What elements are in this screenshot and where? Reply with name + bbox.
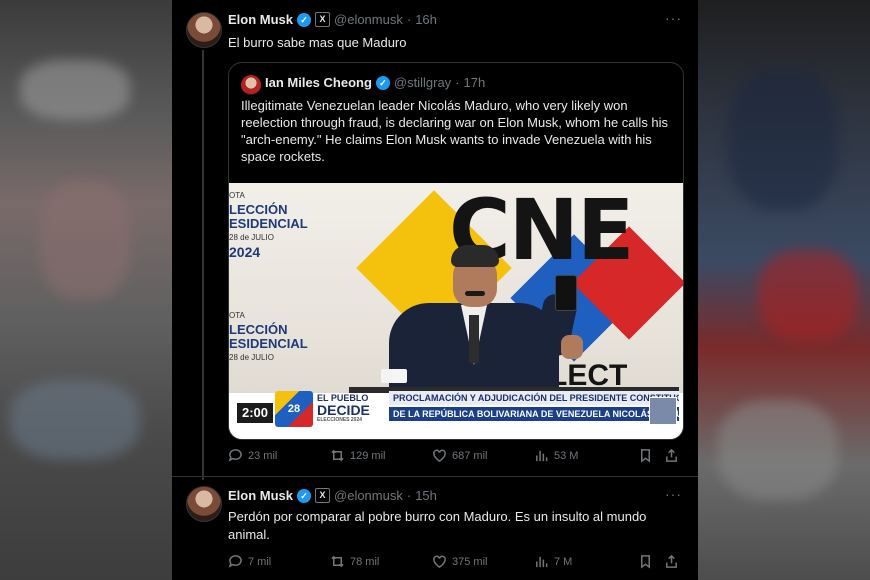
banner-line2: DE LA REPÚBLICA BOLIVARIANA DE VENEZUELA…	[389, 407, 679, 421]
reply-count: 7 mil	[248, 555, 272, 568]
poster-line2: ESIDENCIAL	[229, 336, 308, 351]
x-affiliate-icon: X	[315, 488, 331, 503]
reply-button[interactable]: 23 mil	[228, 448, 330, 463]
banner-line1: PROCLAMACIÓN Y ADJUDICACIÓN DEL PRESIDEN…	[389, 391, 679, 405]
election-poster: OTA LECCIÓN ESIDENCIAL 28 de JULIO	[229, 309, 308, 365]
verified-badge-icon: ✓	[375, 75, 390, 90]
quote-header: Ian Miles Cheong ✓ @stillgray · 17h	[265, 75, 485, 90]
media-image[interactable]: CNE ELECT OTA LECCIÓN ESIDENCIAL 28 de J…	[229, 183, 683, 439]
bookmark-icon	[641, 449, 650, 463]
poster-year: 2024	[229, 244, 261, 260]
author-handle[interactable]: @elonmusk	[334, 12, 403, 27]
timeline: Elon Musk ✓ X @elonmusk · 16h ··· El bur…	[172, 0, 698, 580]
heart-icon	[433, 555, 446, 569]
reply-icon	[228, 449, 242, 462]
separator: ·	[406, 12, 412, 27]
timestamp[interactable]: 16h	[415, 12, 437, 27]
poster-date: 28 de JULIO	[229, 233, 274, 242]
separator: ·	[455, 75, 460, 90]
share-button[interactable]	[664, 554, 684, 569]
bookmark-button[interactable]	[638, 448, 664, 463]
blurred-background-left	[0, 0, 172, 580]
tweet-text: Perdón por comparar al pobre burro con M…	[228, 509, 647, 542]
reply-button[interactable]: 7 mil	[228, 554, 330, 569]
quote-avatar[interactable]	[241, 75, 261, 95]
tweet-actions: 7 mil 78 mil 375 mil 7 M	[228, 554, 684, 569]
separator: ·	[406, 488, 412, 503]
share-icon	[666, 554, 677, 568]
verified-badge-icon: ✓	[297, 12, 312, 27]
poster-line1: LECCIÓN	[229, 202, 288, 217]
banner-thumbnail	[649, 397, 677, 425]
verified-badge-icon: ✓	[297, 488, 312, 503]
like-button[interactable]: 375 mil	[432, 554, 534, 569]
repost-count: 78 mil	[350, 555, 380, 568]
poster-top: OTA	[229, 191, 245, 200]
program-title-line2: DECIDE	[317, 402, 370, 418]
bookmark-button[interactable]	[638, 554, 664, 569]
like-button[interactable]: 687 mil	[432, 448, 534, 463]
tweet-text: El burro sabe mas que Maduro	[228, 35, 407, 50]
quote-timestamp[interactable]: 17h	[464, 75, 486, 90]
author-name[interactable]: Elon Musk	[228, 12, 293, 27]
timestamp[interactable]: 15h	[415, 488, 437, 503]
quoted-tweet[interactable]: Ian Miles Cheong ✓ @stillgray · 17h Ille…	[228, 62, 684, 440]
quote-author-name[interactable]: Ian Miles Cheong	[265, 75, 372, 90]
views-button[interactable]: 53 M	[534, 448, 638, 463]
x-affiliate-icon: X	[315, 12, 331, 27]
share-button[interactable]	[664, 448, 684, 463]
views-chart-icon	[536, 556, 548, 568]
program-title-line3: ELECCIONES 2024	[317, 417, 363, 423]
speaker-figure	[389, 245, 583, 395]
program-title: EL PUEBLO DECIDE ELECCIONES 2024	[317, 393, 387, 423]
poster-line1: LECCIÓN	[229, 322, 288, 337]
views-chart-icon	[536, 450, 548, 462]
thread-line	[202, 50, 204, 480]
reply-icon	[228, 555, 242, 568]
avatar[interactable]	[186, 12, 222, 48]
quote-text: Illegitimate Venezuelan leader Nicolás M…	[241, 98, 669, 164]
phone-in-hand	[555, 275, 577, 311]
repost-icon	[331, 555, 344, 568]
poster-date: 28 de JULIO	[229, 353, 274, 362]
election-poster: OTA LECCIÓN ESIDENCIAL 28 de JULIO 2024	[229, 189, 308, 260]
tweet[interactable]: Elon Musk ✓ X @elonmusk · 15h ··· Perdón…	[172, 476, 698, 580]
avatar[interactable]	[186, 486, 222, 522]
repost-button[interactable]: 129 mil	[330, 448, 432, 463]
view-count: 53 M	[554, 449, 579, 462]
repost-icon	[331, 449, 344, 462]
like-count: 375 mil	[452, 555, 488, 568]
views-button[interactable]: 7 M	[534, 554, 638, 569]
share-icon	[666, 448, 677, 462]
broadcast-logo: 28	[275, 391, 313, 427]
tweet-header: Elon Musk ✓ X @elonmusk · 16h	[228, 12, 437, 27]
like-count: 687 mil	[452, 449, 488, 462]
poster-top: OTA	[229, 311, 245, 320]
reply-count: 23 mil	[248, 449, 278, 462]
more-options-icon[interactable]: ···	[665, 486, 682, 502]
broadcast-clock: 2:00	[237, 403, 273, 423]
tweet[interactable]: Elon Musk ✓ X @elonmusk · 16h ··· El bur…	[172, 0, 698, 480]
repost-count: 129 mil	[350, 449, 386, 462]
heart-icon	[433, 449, 446, 463]
more-options-icon[interactable]: ···	[665, 10, 682, 26]
poster-line2: ESIDENCIAL	[229, 216, 308, 231]
bookmark-icon	[641, 555, 650, 569]
tweet-header: Elon Musk ✓ X @elonmusk · 15h	[228, 488, 437, 503]
quote-author-handle[interactable]: @stillgray	[394, 75, 451, 90]
repost-button[interactable]: 78 mil	[330, 554, 432, 569]
view-count: 7 M	[554, 555, 573, 568]
author-name[interactable]: Elon Musk	[228, 488, 293, 503]
news-banner: PROCLAMACIÓN Y ADJUDICACIÓN DEL PRESIDEN…	[389, 391, 679, 421]
tweet-actions: 23 mil 129 mil 687 mil 53 M	[228, 448, 684, 463]
cup	[381, 369, 407, 383]
blurred-background-right	[698, 0, 870, 580]
author-handle[interactable]: @elonmusk	[334, 488, 403, 503]
